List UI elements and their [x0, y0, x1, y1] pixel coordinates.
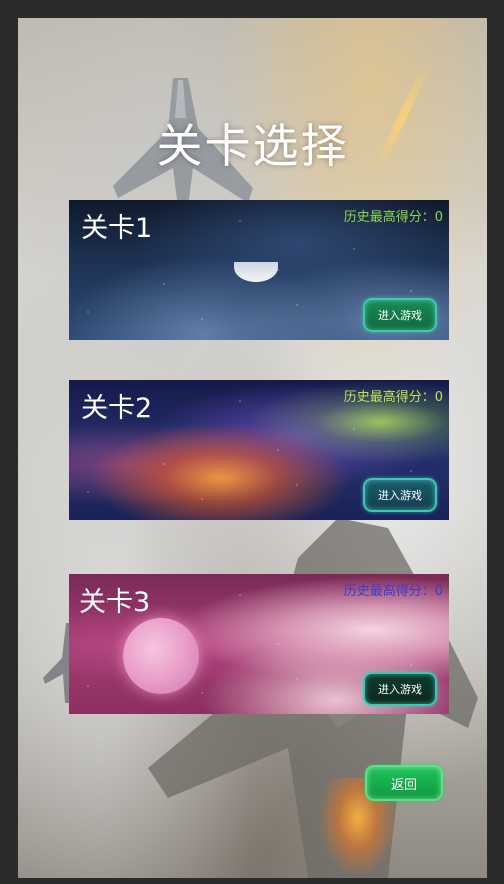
level-name: 关卡3: [79, 587, 151, 618]
level-name: 关卡2: [81, 393, 153, 424]
level-card-1: 关卡1 历史最高得分：0 进入游戏: [69, 200, 449, 340]
high-score-label: 历史最高得分：0: [343, 390, 443, 405]
high-score-label: 历史最高得分：0: [343, 584, 443, 599]
level-name: 关卡1: [81, 213, 153, 244]
moon-icon: [123, 618, 199, 694]
enter-game-button[interactable]: 进入游戏: [363, 672, 437, 706]
enter-game-button[interactable]: 进入游戏: [363, 478, 437, 512]
level-card-2: 关卡2 历史最高得分：0 进入游戏: [69, 380, 449, 520]
back-button[interactable]: 返回: [365, 765, 443, 801]
enter-game-button[interactable]: 进入游戏: [363, 298, 437, 332]
level-card-3: 关卡3 历史最高得分：0 进入游戏: [69, 574, 449, 714]
high-score-label: 历史最高得分：0: [343, 210, 443, 225]
game-screen: 关卡选择 关卡1 历史最高得分：0 进入游戏 关卡2 历史最高得分：0 进入游戏…: [18, 18, 487, 878]
page-title: 关卡选择: [156, 119, 349, 173]
